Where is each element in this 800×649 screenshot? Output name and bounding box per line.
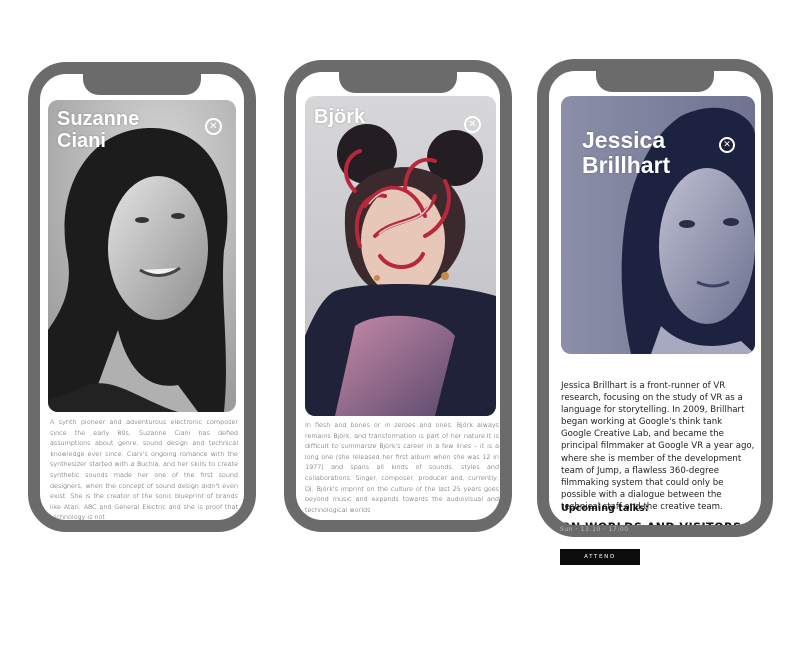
phone-notch xyxy=(596,71,714,92)
phone-notch xyxy=(339,72,457,93)
phone-mockup-jessica-brillhart: Jessica Brillhart ✕ Jessica Brillhart is… xyxy=(537,59,773,537)
attend-button[interactable]: ATTEND xyxy=(560,549,640,565)
upcoming-talks-heading: Upcoming talks: xyxy=(561,503,649,514)
talk-date: Sun · 13.10 · 17:00 xyxy=(560,526,629,533)
phone-mockup-bjork: Björk ✕ In flesh and bones or in zeroes … xyxy=(284,60,512,532)
profile-bio: In flesh and bones or in zeroes and ones… xyxy=(305,421,499,514)
profile-photo-bjork xyxy=(305,96,496,416)
close-icon[interactable]: ✕ xyxy=(205,118,222,135)
profile-bio: A synth pioneer and adventurous electron… xyxy=(50,418,238,521)
close-icon[interactable]: ✕ xyxy=(719,137,735,153)
phone-3-overflow-panel: Sun · 13.10 · 17:00 ATTEND xyxy=(545,526,767,599)
profile-name: Björk xyxy=(314,106,366,128)
profile-name: Jessica Brillhart xyxy=(582,127,671,179)
phone-mockup-suzanne-ciani: Suzanne Ciani ✕ A synth pioneer and adve… xyxy=(28,62,256,532)
phone-notch xyxy=(83,74,201,95)
profile-name: Suzanne Ciani xyxy=(57,108,140,152)
profile-bio: Jessica Brillhart is a front-runner of V… xyxy=(561,381,755,512)
close-icon[interactable]: ✕ xyxy=(464,116,481,133)
